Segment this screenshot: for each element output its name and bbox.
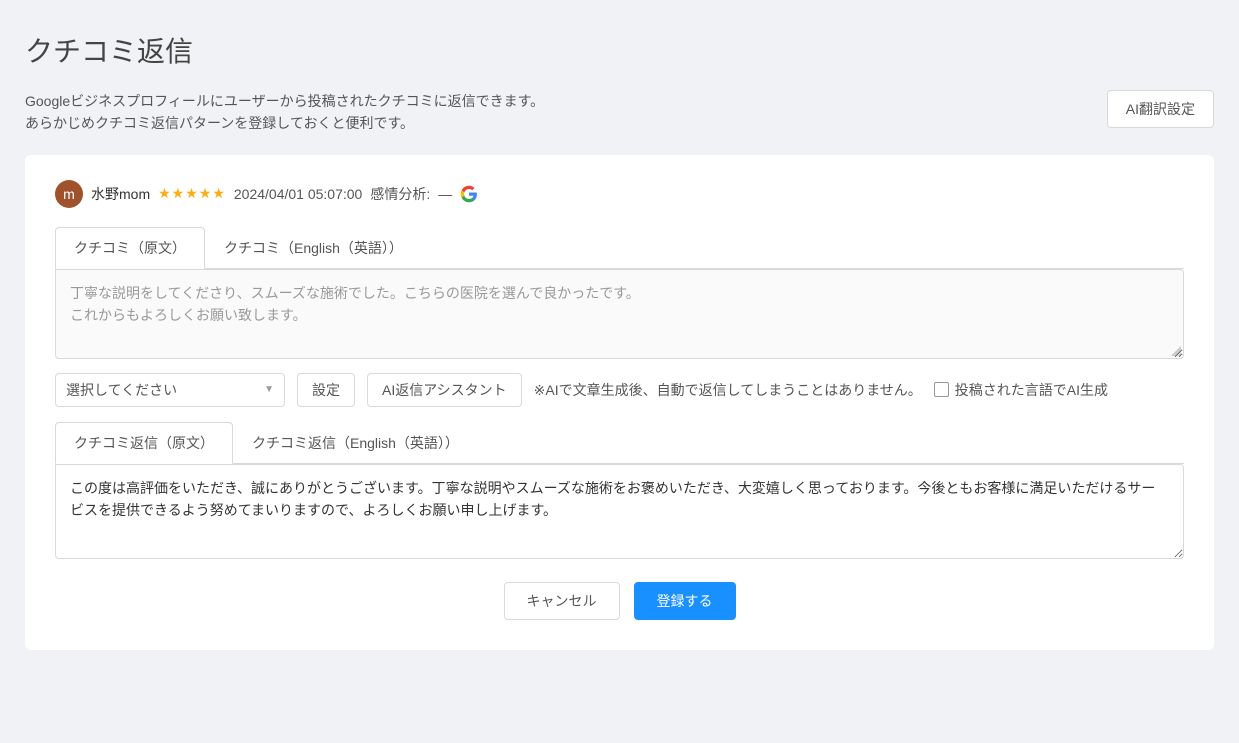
sentiment-label: 感情分析: — [370, 184, 430, 204]
avatar: m — [55, 180, 83, 208]
review-tabs: クチコミ（原文） クチコミ（English（英語）） — [55, 226, 1184, 269]
review-text: 丁寧な説明をしてくださり、スムーズな施術でした。こちらの医院を選んで良かったです… — [55, 269, 1184, 359]
page-description: Googleビジネスプロフィールにユーザーから投稿されたクチコミに返信できます。… — [25, 90, 544, 135]
ai-translate-settings-button[interactable]: AI翻訳設定 — [1107, 90, 1214, 128]
cancel-button[interactable]: キャンセル — [504, 582, 620, 620]
sentiment-value: — — [438, 186, 452, 202]
page-title: クチコミ返信 — [25, 30, 1214, 70]
ai-generate-in-posted-language-checkbox[interactable]: 投稿された言語でAI生成 — [934, 380, 1108, 400]
chevron-down-icon: ▼ — [264, 384, 274, 395]
pattern-select[interactable]: 選択してください ▼ — [55, 373, 285, 407]
reply-textarea[interactable] — [55, 464, 1184, 559]
settings-button[interactable]: 設定 — [297, 373, 355, 407]
review-timestamp: 2024/04/01 05:07:00 — [234, 186, 362, 202]
tab-review-original[interactable]: クチコミ（原文） — [55, 227, 205, 269]
review-header: m 水野mom ★★★★★ 2024/04/01 05:07:00 感情分析: … — [55, 180, 1184, 208]
description-line-1: Googleビジネスプロフィールにユーザーから投稿されたクチコミに返信できます。 — [25, 90, 544, 112]
reply-tabs: クチコミ返信（原文） クチコミ返信（English（英語）） — [55, 421, 1184, 464]
reviewer-name: 水野mom — [91, 184, 150, 204]
google-icon — [460, 185, 478, 203]
controls-row: 選択してください ▼ 設定 AI返信アシスタント ※AIで文章生成後、自動で返信… — [55, 373, 1184, 407]
ai-note: ※AIで文章生成後、自動で返信してしまうことはありません。 — [534, 380, 922, 400]
select-placeholder: 選択してください — [66, 380, 177, 400]
checkbox-icon — [934, 382, 949, 397]
checkbox-label: 投稿された言語でAI生成 — [955, 380, 1108, 400]
submit-button[interactable]: 登録する — [634, 582, 736, 620]
description-line-2: あらかじめクチコミ返信パターンを登録しておくと便利です。 — [25, 112, 544, 134]
tab-review-english[interactable]: クチコミ（English（英語）） — [205, 227, 422, 269]
tab-reply-english[interactable]: クチコミ返信（English（英語）） — [233, 422, 478, 464]
ai-reply-assistant-button[interactable]: AI返信アシスタント — [367, 373, 522, 407]
star-rating: ★★★★★ — [158, 185, 226, 202]
tab-reply-original[interactable]: クチコミ返信（原文） — [55, 422, 233, 464]
footer-buttons: キャンセル 登録する — [55, 582, 1184, 620]
review-card: m 水野mom ★★★★★ 2024/04/01 05:07:00 感情分析: … — [25, 155, 1214, 650]
